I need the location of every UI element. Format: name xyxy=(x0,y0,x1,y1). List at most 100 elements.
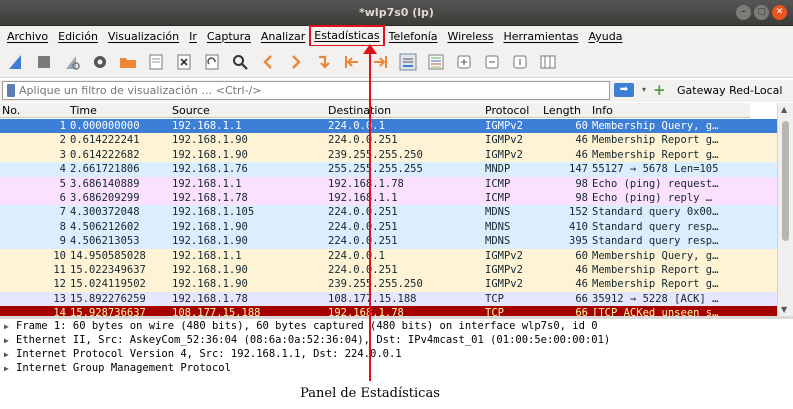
minimize-button[interactable]: – xyxy=(736,5,751,20)
detail-row-igmp[interactable]: ▶ Internet Group Management Protocol xyxy=(4,361,231,376)
scroll-up-icon[interactable]: ▲ xyxy=(781,105,787,114)
minimap-mark xyxy=(750,291,777,307)
zoom-out-icon[interactable] xyxy=(482,52,502,72)
packet-row[interactable]: 14 15.928736637 108.177.15.188 192.168.1.78… xyxy=(0,306,750,316)
packet-list-scrollbar[interactable]: ▲ ▼ xyxy=(777,103,793,316)
display-filter-input[interactable] xyxy=(19,84,579,97)
apply-filter-arrow-icon[interactable]: ➡ xyxy=(614,83,634,97)
expand-triangle-icon[interactable]: ▶ xyxy=(4,334,16,348)
menu-telefonia[interactable]: Telefonía xyxy=(384,30,443,43)
packet-no: 12 xyxy=(53,278,66,291)
column-header-source[interactable]: Source xyxy=(172,104,210,117)
menu-wireless[interactable]: Wireless xyxy=(442,30,498,43)
packet-length: 66 xyxy=(575,307,588,316)
packet-source: 192.168.1.90 xyxy=(172,220,248,233)
packet-destination: 239.255.255.250 xyxy=(328,148,423,161)
packet-row[interactable]: 3 0.614222682 192.168.1.90 239.255.255.250 I… xyxy=(0,147,750,163)
go-forward-icon[interactable] xyxy=(286,52,306,72)
packet-length: 147 xyxy=(569,163,588,176)
close-button[interactable]: ✕ xyxy=(772,5,787,20)
packet-row[interactable]: 6 3.686209299 192.168.1.78 192.168.1.1 ICMP 9… xyxy=(0,191,750,206)
open-folder-icon[interactable] xyxy=(118,52,138,72)
packet-minimap[interactable] xyxy=(750,103,777,316)
close-file-icon[interactable] xyxy=(174,52,194,72)
detail-row-ethernet[interactable]: ▶ Ethernet II, Src: AskeyCom_52:36:04 (08… xyxy=(4,333,610,348)
filter-dropdown-icon[interactable]: ▾ xyxy=(638,82,650,98)
column-header-info[interactable]: Info xyxy=(592,104,613,117)
expand-triangle-icon[interactable]: ▶ xyxy=(4,348,16,362)
packet-time: 4.300372048 xyxy=(70,206,140,219)
packet-row[interactable]: 5 3.686140889 192.168.1.1 192.168.1.78 ICMP 9… xyxy=(0,176,750,191)
packet-row[interactable]: 13 15.892276259 192.168.1.78 108.177.15.188… xyxy=(0,291,750,307)
expand-triangle-icon[interactable]: ▶ xyxy=(4,320,16,334)
menu-visualizacion[interactable]: Visualización xyxy=(103,30,184,43)
packet-row[interactable]: 12 15.024119502 192.168.1.90 239.255.255.25… xyxy=(0,277,750,292)
stop-icon[interactable] xyxy=(34,52,54,72)
packet-row[interactable]: 1 0.000000000 192.168.1.1 224.0.0.1 IGMPv2 60… xyxy=(0,119,750,134)
column-header-no[interactable]: No. xyxy=(2,104,20,117)
detail-row-frame[interactable]: ▶ Frame 1: 60 bytes on wire (480 bits), 6… xyxy=(4,319,598,334)
packet-row[interactable]: 8 4.506212602 192.168.1.90 224.0.0.251 MDNS 4… xyxy=(0,219,750,235)
packet-time: 4.506212602 xyxy=(70,220,140,233)
expand-triangle-icon[interactable]: ▶ xyxy=(4,362,16,376)
packet-length: 410 xyxy=(569,220,588,233)
restart-shark-icon[interactable] xyxy=(62,52,82,72)
file-icon[interactable] xyxy=(146,52,166,72)
options-gear-icon[interactable] xyxy=(90,52,110,72)
menu-analizar[interactable]: Analizar xyxy=(256,30,310,43)
packet-protocol: MDNS xyxy=(485,220,511,233)
menu-ayuda[interactable]: Ayuda xyxy=(583,30,627,43)
packet-details: ▶ Frame 1: 60 bytes on wire (480 bits), 6… xyxy=(0,319,793,379)
minimap-mark xyxy=(750,133,777,148)
scrollbar-thumb[interactable] xyxy=(782,121,789,241)
packet-row[interactable]: 9 4.506213053 192.168.1.90 224.0.0.251 MDNS 3… xyxy=(0,234,750,249)
search-icon[interactable] xyxy=(230,52,250,72)
packet-length: 152 xyxy=(569,206,588,219)
autoscroll-icon[interactable] xyxy=(398,52,418,72)
minimap-mark xyxy=(750,263,777,278)
go-to-packet-icon[interactable] xyxy=(314,52,334,72)
menu-captura[interactable]: Captura xyxy=(202,30,256,43)
first-packet-icon[interactable] xyxy=(342,52,362,72)
go-back-icon[interactable] xyxy=(258,52,278,72)
packet-row[interactable]: 2 0.614222241 192.168.1.90 224.0.0.251 IGMPv… xyxy=(0,133,750,148)
menu-ir[interactable]: Ir xyxy=(184,30,202,43)
shark-fin-start-icon[interactable] xyxy=(6,52,26,72)
menu-estadisticas[interactable]: Estadísticas xyxy=(309,25,385,47)
packet-row[interactable]: 11 15.022349637 192.168.1.90 224.0.0.251 IGM… xyxy=(0,263,750,278)
menu-archivo[interactable]: Archivo xyxy=(2,30,53,43)
column-header-length[interactable]: Length xyxy=(543,104,581,117)
packet-info: 55127 → 5678 Len=105 xyxy=(592,163,719,176)
detail-row-ipv4[interactable]: ▶ Internet Protocol Version 4, Src: 192.1… xyxy=(4,347,402,362)
packet-no: 9 xyxy=(59,235,66,248)
last-packet-icon[interactable] xyxy=(370,52,390,72)
column-header-time[interactable]: Time xyxy=(70,104,97,117)
packet-length: 98 xyxy=(575,177,588,190)
packet-row[interactable]: 10 14.950585028 192.168.1.1 224.0.0.1 IGMPv2… xyxy=(0,248,750,263)
packet-no: 7 xyxy=(59,206,66,219)
normal-size-icon[interactable] xyxy=(510,52,530,72)
menu-herramientas[interactable]: Herramientas xyxy=(499,30,584,43)
packet-info: Echo (ping) reply … xyxy=(592,192,713,204)
packet-protocol: IGMPv2 xyxy=(485,278,523,291)
packet-row[interactable]: 7 4.300372048 192.168.1.105 224.0.0.251 MDNS… xyxy=(0,205,750,220)
column-header-destination[interactable]: Destination xyxy=(328,104,391,117)
reload-icon[interactable] xyxy=(202,52,222,72)
menu-edicion[interactable]: Edición xyxy=(53,30,103,43)
bookmark-icon[interactable] xyxy=(7,84,15,97)
packet-row[interactable]: 4 2.661721806 192.168.1.76 255.255.255.255 M… xyxy=(0,162,750,177)
colorize-icon[interactable] xyxy=(426,52,446,72)
column-header-protocol[interactable]: Protocol xyxy=(485,104,529,117)
annotation-caption: Panel de Estadísticas xyxy=(300,386,440,401)
packet-destination: 239.255.255.250 xyxy=(328,278,423,291)
packet-protocol: IGMPv2 xyxy=(485,120,523,132)
maximize-button[interactable]: ▢ xyxy=(754,5,769,20)
resize-columns-icon[interactable] xyxy=(538,52,558,72)
add-filter-button-icon[interactable]: + xyxy=(653,83,667,98)
scroll-down-icon[interactable]: ▼ xyxy=(781,305,787,314)
zoom-in-icon[interactable] xyxy=(454,52,474,72)
packet-destination: 224.0.0.1 xyxy=(328,120,385,132)
packet-protocol: MDNS xyxy=(485,206,511,219)
packet-info: Standard query 0x00… xyxy=(592,206,719,219)
filter-button-gateway[interactable]: Gateway Red-Local xyxy=(677,84,782,97)
